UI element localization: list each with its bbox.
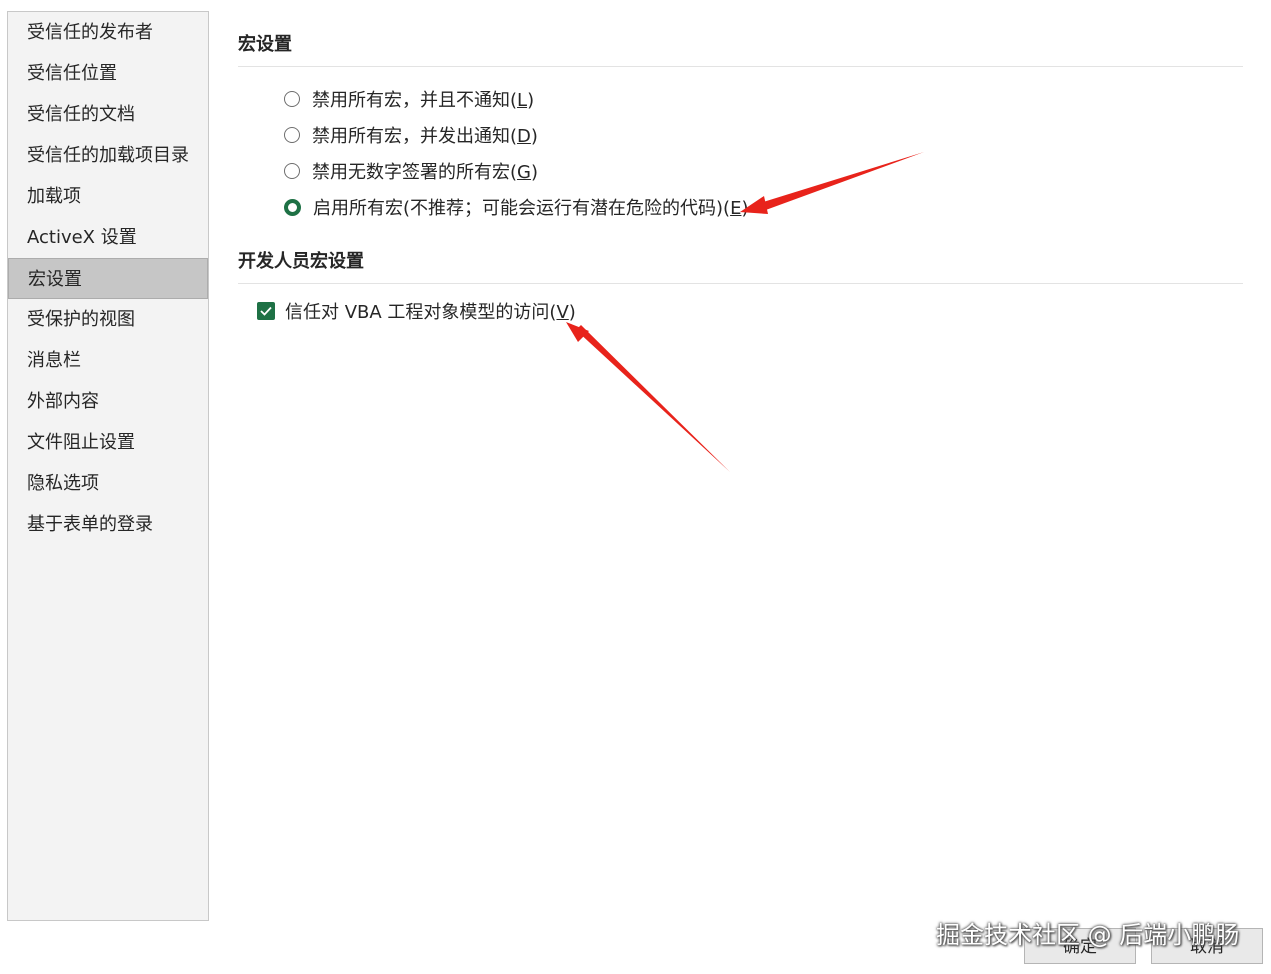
sidebar-nav: 受信任的发布者 受信任位置 受信任的文档 受信任的加载项目录 加载项 Activ… <box>7 11 209 921</box>
red-arrow-head-trust-vba <box>566 322 589 342</box>
radio-button[interactable] <box>284 91 300 107</box>
section-divider <box>238 66 1243 67</box>
radio-disable-all-no-notify[interactable]: 禁用所有宏，并且不通知(L) <box>284 87 534 111</box>
radio-button[interactable] <box>284 163 300 179</box>
radio-button[interactable] <box>284 127 300 143</box>
sidebar-item-trusted-documents[interactable]: 受信任的文档 <box>8 94 208 135</box>
sidebar-item-external-content[interactable]: 外部内容 <box>8 381 208 422</box>
sidebar-item-macro-settings[interactable]: 宏设置 <box>8 258 208 299</box>
trust-vba-access-option[interactable]: 信任对 VBA 工程对象模型的访问(V) <box>257 298 576 324</box>
cancel-button[interactable]: 取消 <box>1151 928 1263 964</box>
radio-disable-all-with-notify[interactable]: 禁用所有宏，并发出通知(D) <box>284 123 538 147</box>
sidebar-item-addins[interactable]: 加载项 <box>8 176 208 217</box>
radio-disable-unsigned[interactable]: 禁用无数字签署的所有宏(G) <box>284 159 538 183</box>
sidebar-item-form-based-signin[interactable]: 基于表单的登录 <box>8 504 208 545</box>
checkbox-label: 信任对 VBA 工程对象模型的访问(V) <box>285 302 576 323</box>
sidebar-item-trusted-publishers[interactable]: 受信任的发布者 <box>8 12 208 53</box>
radio-enable-all[interactable]: 启用所有宏(不推荐；可能会运行有潜在危险的代码)(E) <box>284 195 748 219</box>
macro-settings-heading: 宏设置 <box>238 34 292 55</box>
radio-label: 禁用所有宏，并且不通知(L) <box>312 90 535 111</box>
sidebar-item-trusted-addin-catalogs[interactable]: 受信任的加载项目录 <box>8 135 208 176</box>
ok-button[interactable]: 确定 <box>1024 928 1136 964</box>
developer-settings-heading: 开发人员宏设置 <box>238 251 364 272</box>
red-arrow-to-trust-vba <box>576 325 730 472</box>
radio-button-selected[interactable] <box>284 198 301 216</box>
sidebar-item-file-block-settings[interactable]: 文件阻止设置 <box>8 422 208 463</box>
sidebar-item-protected-view[interactable]: 受保护的视图 <box>8 299 208 340</box>
radio-label: 启用所有宏(不推荐；可能会运行有潜在危险的代码)(E) <box>313 198 749 219</box>
sidebar-item-trusted-locations[interactable]: 受信任位置 <box>8 53 208 94</box>
radio-label: 禁用所有宏，并发出通知(D) <box>312 126 538 147</box>
section-divider <box>238 283 1243 284</box>
checkmark-icon <box>260 306 272 316</box>
sidebar-item-message-bar[interactable]: 消息栏 <box>8 340 208 381</box>
radio-label: 禁用无数字签署的所有宏(G) <box>312 162 539 183</box>
red-arrow-to-enable-all <box>760 152 924 211</box>
sidebar-item-activex-settings[interactable]: ActiveX 设置 <box>8 217 208 258</box>
sidebar-item-privacy-options[interactable]: 隐私选项 <box>8 463 208 504</box>
checkbox-checked[interactable] <box>257 302 275 320</box>
